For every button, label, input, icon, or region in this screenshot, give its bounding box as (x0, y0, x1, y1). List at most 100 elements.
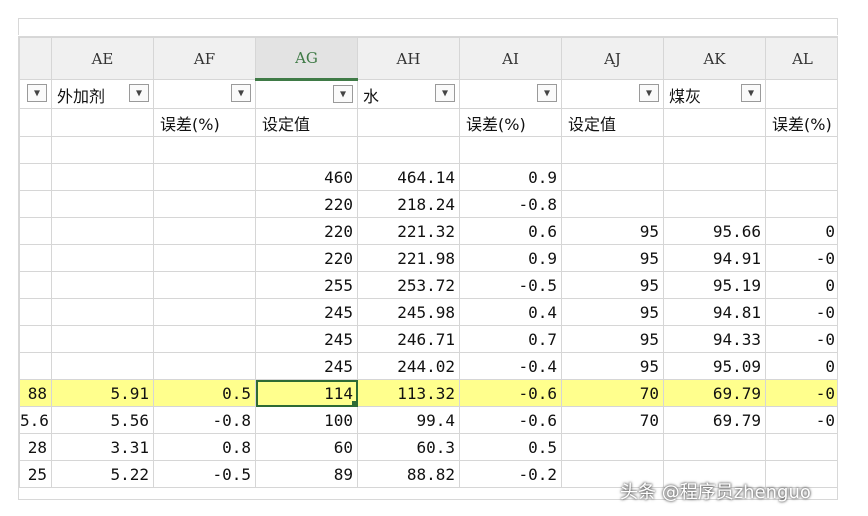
cell[interactable]: 221.98 (357, 244, 460, 272)
cell[interactable]: 245.98 (357, 298, 460, 326)
active-cell[interactable]: 114 (255, 379, 358, 407)
cell[interactable] (459, 136, 562, 164)
cell[interactable]: 0.9 (459, 163, 562, 191)
cell[interactable]: 95.66 (663, 217, 766, 245)
cell[interactable]: 0.5 (153, 379, 256, 407)
cell[interactable] (51, 190, 154, 218)
cell[interactable] (19, 352, 52, 380)
cell[interactable]: -0.5 (153, 460, 256, 488)
cell[interactable]: 70 (561, 379, 664, 407)
cell[interactable]: 95 (561, 244, 664, 272)
cell[interactable] (19, 108, 52, 137)
cell[interactable] (51, 136, 154, 164)
cell[interactable] (663, 108, 766, 137)
filter-cell[interactable]: 水 ▼ (357, 79, 460, 109)
cell[interactable] (19, 244, 52, 272)
filter-cell[interactable]: ▼ (19, 79, 52, 109)
cell[interactable]: 100 (255, 406, 358, 434)
cell[interactable] (765, 163, 837, 191)
cell[interactable]: 设定值 (255, 108, 358, 137)
cell[interactable]: 误差(%) (765, 108, 837, 137)
cell[interactable] (19, 325, 52, 353)
filter-cell[interactable]: ▼ (561, 79, 664, 109)
cell[interactable]: 3.31 (51, 433, 154, 461)
cell[interactable]: 0.6 (459, 217, 562, 245)
cell[interactable]: 245 (255, 298, 358, 326)
cell[interactable]: 220 (255, 244, 358, 272)
cell[interactable]: 94.33 (663, 325, 766, 353)
cell[interactable] (255, 136, 358, 164)
cell[interactable]: 25 (19, 460, 52, 488)
filter-cell[interactable] (765, 79, 837, 109)
cell[interactable]: 0.7 (459, 325, 562, 353)
cell[interactable] (51, 108, 154, 137)
cell[interactable]: -0.8 (459, 190, 562, 218)
cell[interactable]: 218.24 (357, 190, 460, 218)
cell[interactable]: -0.8 (153, 406, 256, 434)
cell[interactable]: 244.02 (357, 352, 460, 380)
cell[interactable]: -0.5 (459, 271, 562, 299)
cell[interactable]: 88 (19, 379, 52, 407)
cell[interactable] (153, 352, 256, 380)
cell[interactable]: -0 (765, 244, 837, 272)
cell[interactable] (51, 271, 154, 299)
cell[interactable]: 0.4 (459, 298, 562, 326)
cell[interactable]: -0 (765, 298, 837, 326)
column-header-aj[interactable]: AJ (561, 37, 664, 80)
cell[interactable]: 245 (255, 325, 358, 353)
cell[interactable]: 255 (255, 271, 358, 299)
cell[interactable] (357, 108, 460, 137)
cell[interactable]: 0 (765, 271, 837, 299)
cell[interactable] (153, 190, 256, 218)
filter-cell[interactable]: 煤灰 ▼ (663, 79, 766, 109)
cell[interactable]: 99.4 (357, 406, 460, 434)
column-header-al[interactable]: AL (765, 37, 837, 80)
cell[interactable]: 460 (255, 163, 358, 191)
cell[interactable]: -0.2 (459, 460, 562, 488)
cell[interactable]: 220 (255, 217, 358, 245)
cell[interactable]: 28 (19, 433, 52, 461)
cell[interactable]: 245 (255, 352, 358, 380)
formula-bar[interactable] (18, 18, 838, 35)
cell[interactable]: 253.72 (357, 271, 460, 299)
cell[interactable]: 5.91 (51, 379, 154, 407)
cell[interactable]: 0.9 (459, 244, 562, 272)
cell[interactable]: 95.09 (663, 352, 766, 380)
filter-dropdown-icon[interactable]: ▼ (435, 84, 455, 102)
cell[interactable]: 5.56 (51, 406, 154, 434)
cell[interactable]: 误差(%) (459, 108, 562, 137)
cell[interactable]: 0 (765, 217, 837, 245)
cell[interactable]: 94.81 (663, 298, 766, 326)
cell[interactable] (663, 190, 766, 218)
cell[interactable] (153, 136, 256, 164)
filter-dropdown-icon[interactable]: ▼ (639, 84, 659, 102)
cell[interactable]: 60.3 (357, 433, 460, 461)
cell[interactable]: 95 (561, 325, 664, 353)
filter-dropdown-icon[interactable]: ▼ (129, 84, 149, 102)
cell[interactable]: 95 (561, 217, 664, 245)
cell[interactable]: 246.71 (357, 325, 460, 353)
cell[interactable]: 221.32 (357, 217, 460, 245)
filter-cell[interactable]: ▼ (459, 79, 562, 109)
column-header-ai[interactable]: AI (459, 37, 562, 80)
cell[interactable]: -0.6 (459, 406, 562, 434)
column-header-ah[interactable]: AH (357, 37, 460, 80)
cell[interactable]: -0 (765, 325, 837, 353)
cell[interactable] (51, 163, 154, 191)
cell[interactable] (765, 190, 837, 218)
column-header-ag[interactable]: AG (255, 37, 358, 81)
cell[interactable]: -0 (765, 406, 837, 434)
cell[interactable] (51, 217, 154, 245)
cell[interactable]: 89 (255, 460, 358, 488)
cell[interactable] (51, 325, 154, 353)
cell[interactable] (153, 271, 256, 299)
cell[interactable]: 94.91 (663, 244, 766, 272)
cell[interactable]: -0.6 (459, 379, 562, 407)
cell[interactable] (153, 325, 256, 353)
cell[interactable]: 设定值 (561, 108, 664, 137)
column-header-partial[interactable] (19, 37, 52, 80)
cell[interactable]: 464.14 (357, 163, 460, 191)
cell[interactable]: 0.5 (459, 433, 562, 461)
cell[interactable] (561, 190, 664, 218)
cell[interactable]: 220 (255, 190, 358, 218)
